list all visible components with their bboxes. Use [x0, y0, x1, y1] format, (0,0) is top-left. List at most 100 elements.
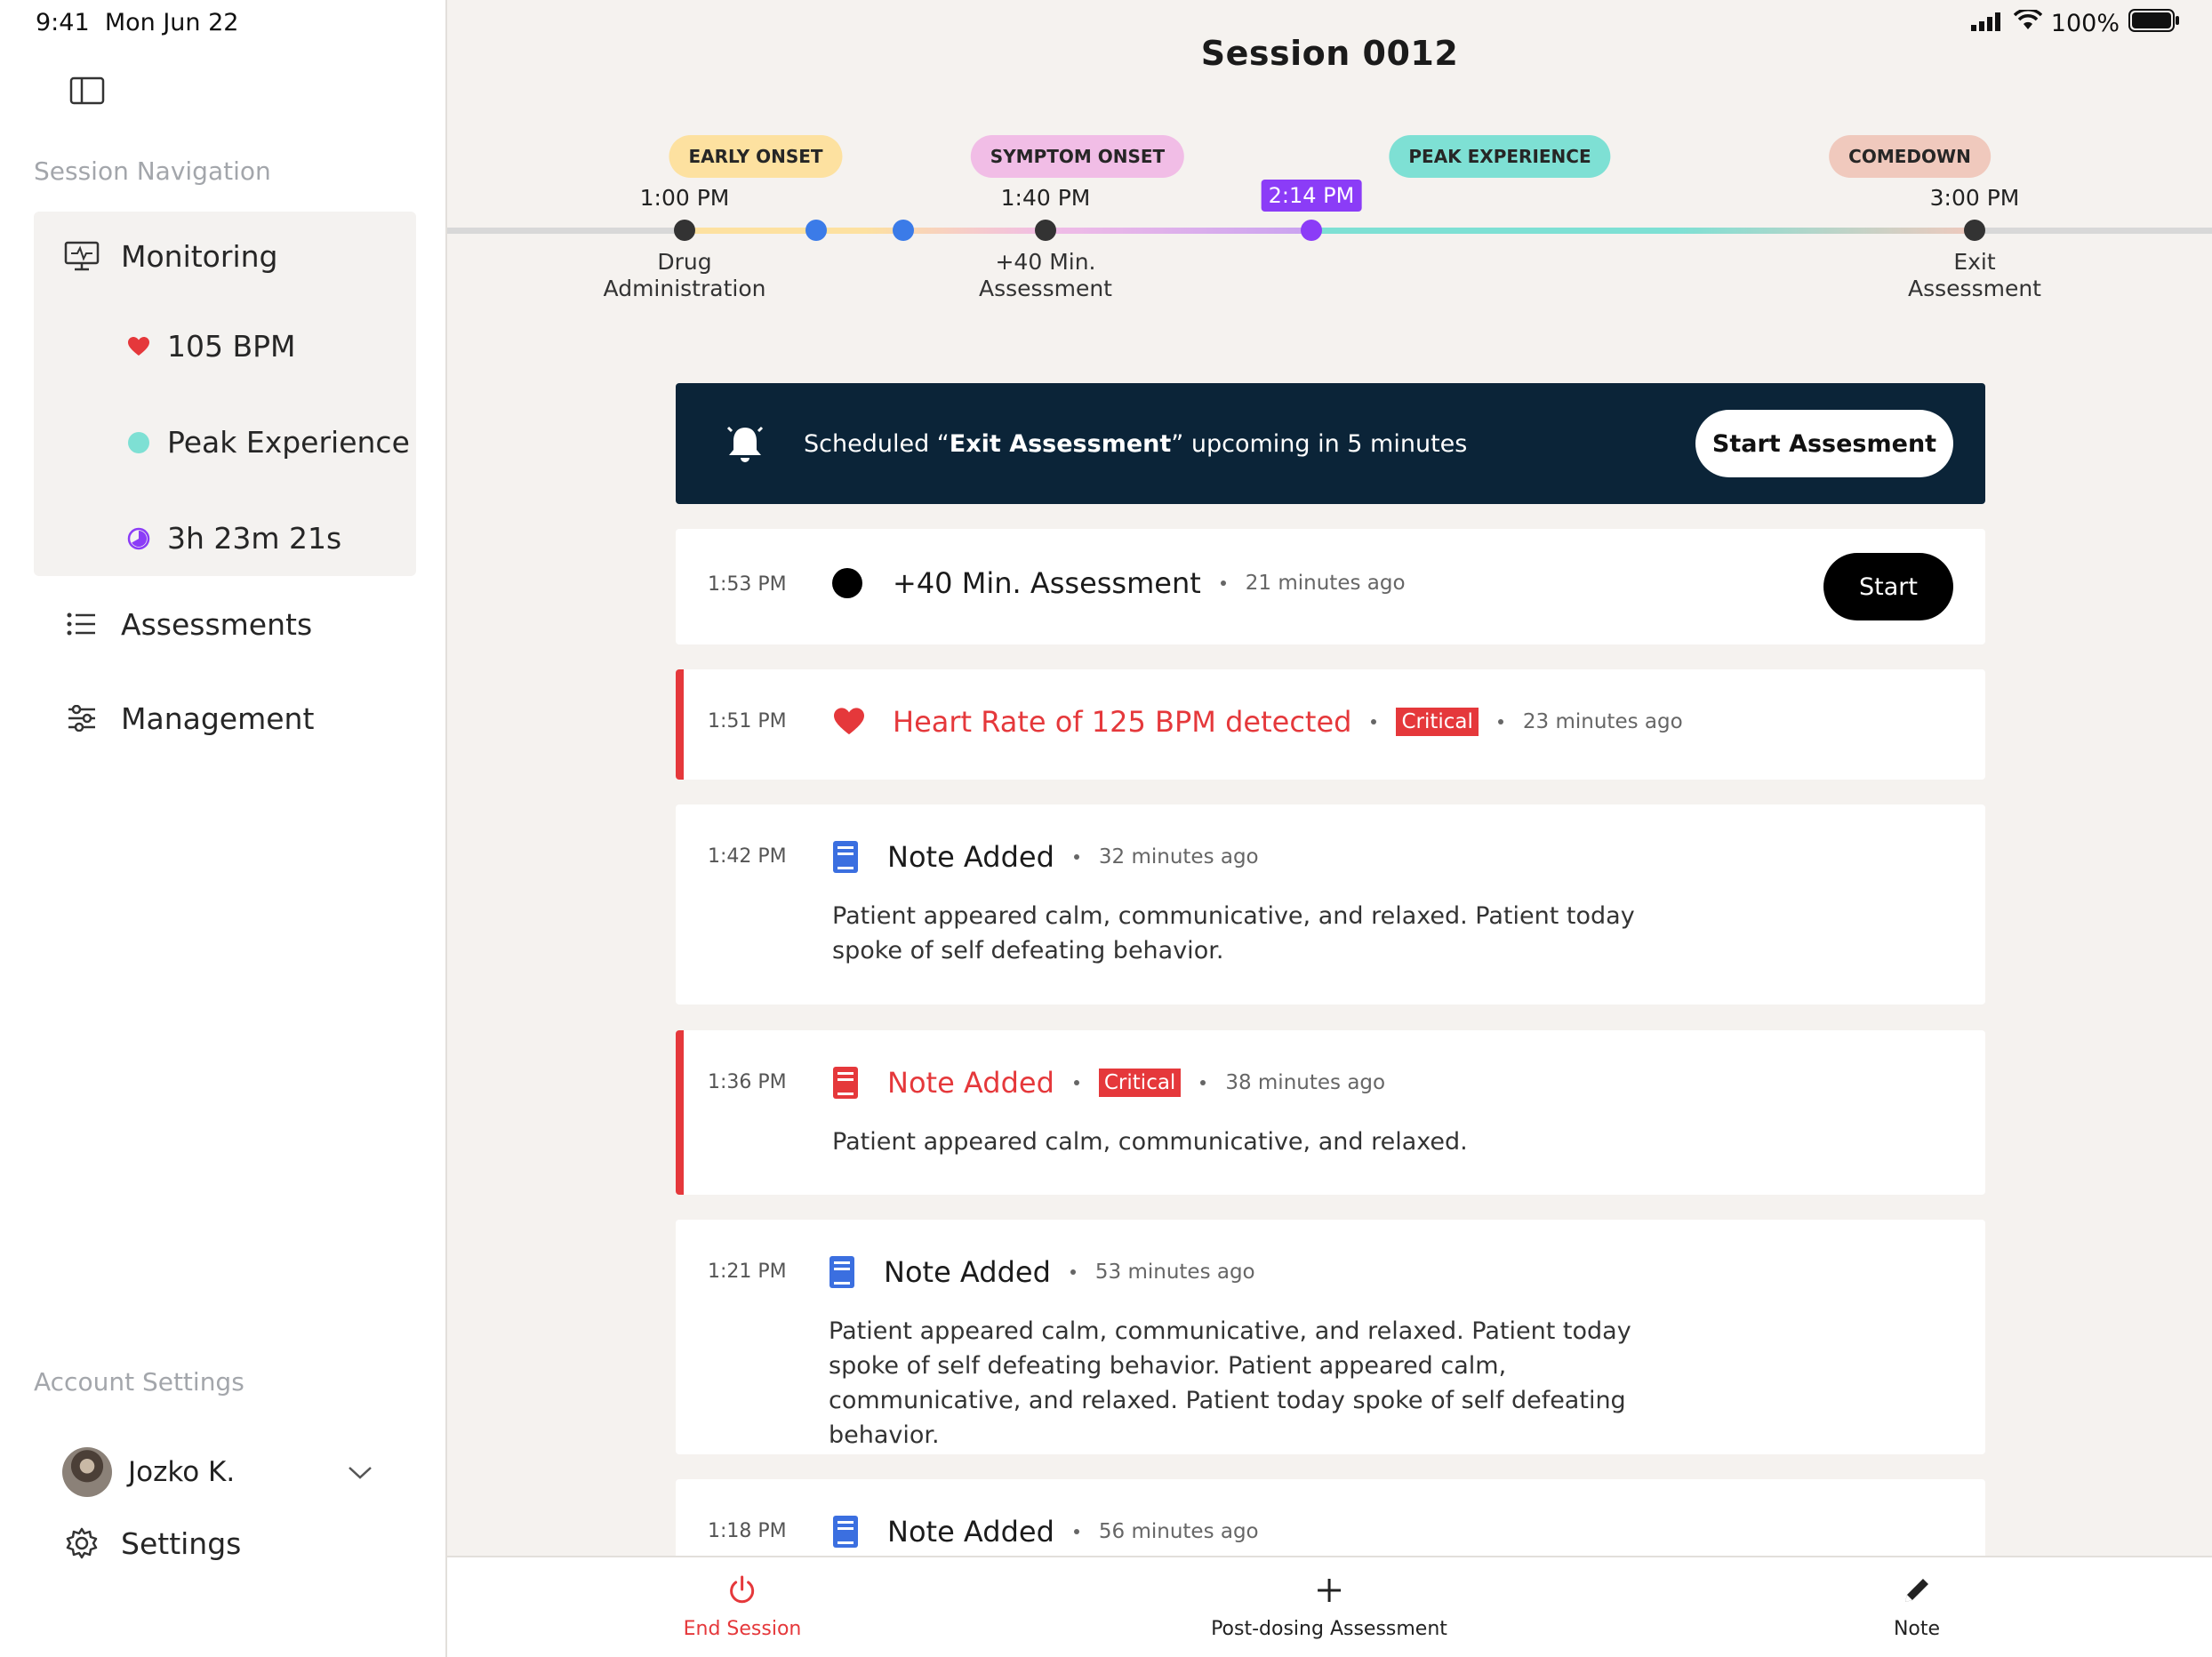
timeline-segment-symptom	[1046, 228, 1311, 234]
note-button[interactable]: Note	[1894, 1575, 1940, 1640]
settings-label: Settings	[121, 1525, 242, 1561]
sliders-icon	[62, 700, 101, 736]
note-icon	[832, 840, 859, 874]
upcoming-assessment-banner: Scheduled “Exit Assessment” upcoming in …	[676, 383, 1985, 504]
post-dosing-assessment-label: Post-dosing Assessment	[1211, 1618, 1447, 1640]
pencil-icon	[1902, 1575, 1932, 1609]
timeline-label-line: Drug	[657, 249, 712, 275]
sidebar-item-settings[interactable]: Settings	[62, 1525, 241, 1561]
plus-icon	[1314, 1575, 1344, 1609]
critical-badge: Critical	[1396, 708, 1479, 736]
separator-dot	[1073, 1080, 1079, 1085]
note-body: Patient appeared calm, communicative, an…	[832, 1128, 1468, 1156]
feed-item-ago: 56 minutes ago	[1098, 1520, 1259, 1543]
power-icon	[727, 1575, 757, 1609]
feed-item-header: Note Added 53 minutes ago	[829, 1255, 1255, 1289]
status-time: 9:41	[36, 9, 90, 36]
banner-prefix: Scheduled “	[804, 429, 950, 458]
feed-item-ago: 38 minutes ago	[1225, 1071, 1386, 1094]
sidebar-item-monitoring[interactable]: Monitoring	[62, 238, 277, 274]
feed-item-assessment: 1:53 PM +40 Min. Assessment 21 minutes a…	[676, 529, 1985, 644]
elapsed-time-value: 3h 23m 21s	[167, 521, 342, 556]
status-date: Mon Jun 22	[104, 9, 239, 36]
feed-item-ago: 23 minutes ago	[1522, 710, 1683, 733]
heart-rate-readout: 105 BPM	[126, 329, 296, 364]
heart-icon	[126, 336, 151, 357]
monitor-icon	[62, 238, 101, 274]
note-body: Patient appeared calm, communicative, an…	[829, 1317, 1631, 1449]
note-label: Note	[1893, 1618, 1941, 1640]
critical-badge: Critical	[1098, 1069, 1182, 1097]
sidebar: 9:41 Mon Jun 22 Session Navigation Monit…	[0, 0, 447, 1657]
status-bar-clock: 9:41 Mon Jun 22	[36, 9, 238, 36]
feed-item-title: Note Added	[884, 1255, 1051, 1289]
separator-dot	[1220, 580, 1226, 586]
phase-pill-peak-experience: PEAK EXPERIENCE	[1389, 135, 1611, 178]
feed-item-time: 1:36 PM	[708, 1071, 787, 1093]
timeline-marker-event[interactable]	[805, 220, 827, 241]
timeline-label-line: Exit	[1953, 249, 1996, 275]
account-settings-heading: Account Settings	[34, 1367, 244, 1397]
sidebar-item-management[interactable]: Management	[62, 700, 314, 736]
session-navigation-heading: Session Navigation	[34, 156, 271, 186]
sidebar-item-assessments[interactable]: Assessments	[62, 606, 312, 642]
timeline-segment-peak	[1311, 228, 1975, 234]
list-icon	[62, 606, 101, 642]
timeline-marker-event[interactable]	[893, 220, 914, 241]
separator-dot	[1073, 854, 1079, 860]
user-account-row[interactable]: Jozko K.	[62, 1447, 373, 1497]
feed-item-time: 1:18 PM	[708, 1520, 787, 1542]
banner-message: Scheduled “Exit Assessment” upcoming in …	[804, 430, 1695, 458]
feed-item-ago: 32 minutes ago	[1098, 845, 1259, 869]
post-dosing-assessment-button[interactable]: Post-dosing Assessment	[1211, 1575, 1447, 1640]
bell-icon	[718, 422, 772, 465]
start-button[interactable]: Start	[1823, 553, 1953, 620]
heart-rate-value: 105 BPM	[167, 329, 296, 364]
feed-item-title: Note Added	[887, 1515, 1054, 1549]
page-title: Session 0012	[1200, 34, 1459, 73]
timeline-time-start: 1:00 PM	[639, 185, 730, 211]
feed-item-header: Heart Rate of 125 BPM detected Critical …	[832, 705, 1683, 739]
end-session-label: End Session	[683, 1618, 802, 1640]
timeline-marker-exit-assessment[interactable]	[1964, 220, 1985, 241]
feed-item-header: Note Added 32 minutes ago	[832, 840, 1259, 874]
chevron-down-icon[interactable]	[347, 1463, 373, 1481]
end-session-button[interactable]: End Session	[683, 1575, 802, 1640]
feed-item-header: +40 Min. Assessment 21 minutes ago	[832, 566, 1406, 600]
separator-dot	[1497, 719, 1503, 724]
feed-item-note: 1:42 PM Note Added 32 minutes ago Patien…	[676, 804, 1985, 1005]
note-body: Patient appeared calm, communicative, an…	[832, 902, 1635, 965]
sidebar-item-monitoring-label: Monitoring	[121, 238, 278, 274]
feed-item-ago: 21 minutes ago	[1245, 572, 1406, 595]
timeline-label-assessment: +40 Min. Assessment	[979, 249, 1112, 302]
sidebar-item-management-label: Management	[121, 700, 315, 736]
timeline-label-line: Administration	[603, 276, 766, 301]
avatar	[62, 1447, 112, 1497]
gear-icon	[62, 1525, 101, 1561]
timeline-current-time: 2:14 PM	[1261, 180, 1362, 212]
feed-item-time: 1:21 PM	[708, 1261, 787, 1283]
feed-item-critical-note: 1:36 PM Note Added Critical 38 minutes a…	[676, 1030, 1985, 1195]
feed-item-ago: 53 minutes ago	[1094, 1261, 1255, 1284]
sidebar-toggle-icon[interactable]	[69, 76, 105, 105]
timeline-label-line: +40 Min.	[995, 249, 1096, 275]
phase-pill-comedown: COMEDOWN	[1829, 135, 1991, 178]
timeline-marker-assessment[interactable]	[1035, 220, 1056, 241]
session-timeline: EARLY ONSET SYMPTOM ONSET PEAK EXPERIENC…	[447, 124, 2212, 320]
feed-item-time: 1:51 PM	[708, 710, 787, 732]
separator-dot	[1070, 1269, 1076, 1275]
feed-item-header: Note Added Critical 38 minutes ago	[832, 1066, 1385, 1100]
user-name: Jozko K.	[128, 1456, 236, 1488]
phase-pill-early-onset: EARLY ONSET	[669, 135, 843, 178]
start-assessment-button[interactable]: Start Assesment	[1695, 410, 1953, 477]
bottom-action-bar: End Session Post-dosing Assessment Note	[447, 1556, 2212, 1657]
timeline-label-exit-assessment: Exit Assessment	[1908, 249, 2041, 302]
separator-dot	[1200, 1080, 1206, 1085]
timeline-marker-drug-administration[interactable]	[674, 220, 695, 241]
feed-item-header: Note Added 56 minutes ago	[832, 1515, 1259, 1549]
note-icon	[832, 1066, 859, 1100]
feed-item-title: Note Added	[887, 840, 1054, 874]
separator-dot	[1073, 1529, 1079, 1534]
banner-emphasis: Exit Assessment	[949, 429, 1172, 458]
separator-dot	[1371, 719, 1377, 724]
